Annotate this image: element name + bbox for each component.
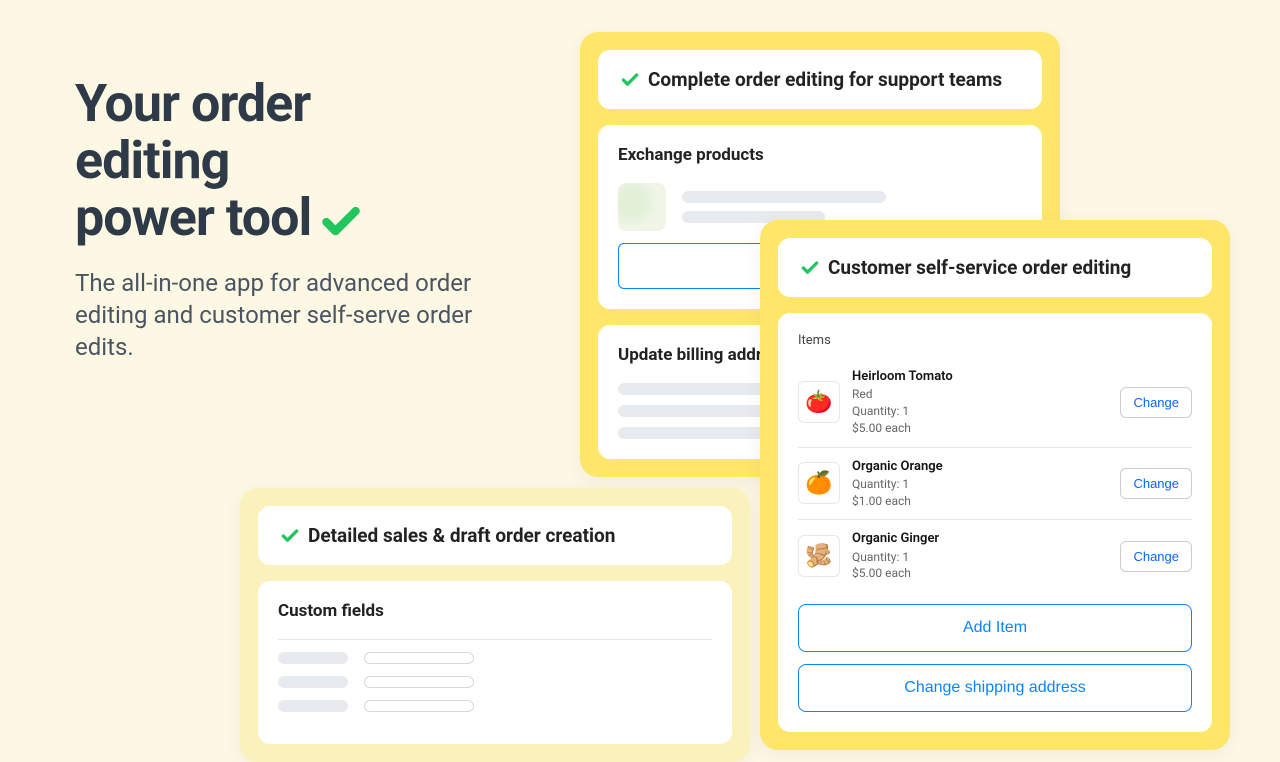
check-icon bbox=[620, 70, 640, 90]
skeleton-row bbox=[278, 676, 712, 688]
items-label: Items bbox=[798, 333, 1192, 348]
items-panel: Items 🍅 Heirloom Tomato Red Quantity: 1 … bbox=[778, 313, 1212, 732]
check-icon bbox=[800, 258, 820, 278]
card-title: Customer self-service order editing bbox=[778, 238, 1212, 297]
skeleton-pill bbox=[364, 676, 474, 688]
card-sales-draft: Detailed sales & draft order creation Cu… bbox=[240, 488, 750, 762]
skeleton-bar bbox=[278, 652, 348, 664]
card-title: Detailed sales & draft order creation bbox=[258, 506, 732, 565]
skeleton-pill bbox=[364, 652, 474, 664]
section-label: Custom fields bbox=[278, 601, 712, 621]
item-price: $1.00 each bbox=[852, 493, 1108, 510]
card-title-text: Customer self-service order editing bbox=[828, 256, 1131, 279]
item-price: $5.00 each bbox=[852, 420, 1108, 437]
item-info: Heirloom Tomato Red Quantity: 1 $5.00 ea… bbox=[852, 368, 1108, 437]
item-info: Organic Orange Quantity: 1 $1.00 each bbox=[852, 458, 1108, 510]
hero-title: Your order editing power tool bbox=[75, 75, 525, 247]
change-item-button[interactable]: Change bbox=[1120, 387, 1192, 418]
card-title: Complete order editing for support teams bbox=[598, 50, 1042, 109]
list-item: 🍅 Heirloom Tomato Red Quantity: 1 $5.00 … bbox=[798, 358, 1192, 448]
item-name: Organic Orange bbox=[852, 458, 1108, 476]
skeleton-row bbox=[278, 652, 712, 664]
card-self-service: Customer self-service order editing Item… bbox=[760, 220, 1230, 750]
product-image-placeholder bbox=[618, 183, 666, 231]
item-name: Heirloom Tomato bbox=[852, 368, 1108, 386]
hero-line3: power tool bbox=[75, 187, 311, 248]
divider bbox=[278, 639, 712, 640]
skeleton-bar bbox=[682, 191, 886, 203]
hero-section: Your order editing power tool The all-in… bbox=[75, 75, 525, 364]
card-title-text: Detailed sales & draft order creation bbox=[308, 524, 615, 547]
card-title-text: Complete order editing for support teams bbox=[648, 68, 1002, 91]
change-item-button[interactable]: Change bbox=[1120, 541, 1192, 572]
check-icon bbox=[319, 200, 363, 244]
add-item-button[interactable]: Add Item bbox=[798, 604, 1192, 652]
skeleton-row bbox=[278, 700, 712, 712]
list-item: 🍊 Organic Orange Quantity: 1 $1.00 each … bbox=[798, 448, 1192, 521]
item-info: Organic Ginger Quantity: 1 $5.00 each bbox=[852, 530, 1108, 582]
item-qty: Quantity: 1 bbox=[852, 403, 1108, 420]
change-shipping-button[interactable]: Change shipping address bbox=[798, 664, 1192, 712]
hero-line2: editing bbox=[75, 130, 229, 191]
item-qty: Quantity: 1 bbox=[852, 549, 1108, 566]
change-item-button[interactable]: Change bbox=[1120, 468, 1192, 499]
check-icon bbox=[280, 526, 300, 546]
product-thumb: 🍅 bbox=[798, 381, 840, 423]
item-price: $5.00 each bbox=[852, 565, 1108, 582]
hero-subtitle: The all-in-one app for advanced order ed… bbox=[75, 267, 525, 364]
skeleton-bar bbox=[278, 676, 348, 688]
section-label: Exchange products bbox=[618, 145, 1022, 165]
product-thumb: 🍊 bbox=[798, 462, 840, 504]
list-item: 🫚 Organic Ginger Quantity: 1 $5.00 each … bbox=[798, 520, 1192, 592]
skeleton-pill bbox=[364, 700, 474, 712]
item-qty: Quantity: 1 bbox=[852, 476, 1108, 493]
item-variant: Red bbox=[852, 386, 1108, 403]
item-name: Organic Ginger bbox=[852, 530, 1108, 548]
skeleton-bar bbox=[278, 700, 348, 712]
product-thumb: 🫚 bbox=[798, 535, 840, 577]
hero-line1: Your order bbox=[75, 73, 310, 134]
